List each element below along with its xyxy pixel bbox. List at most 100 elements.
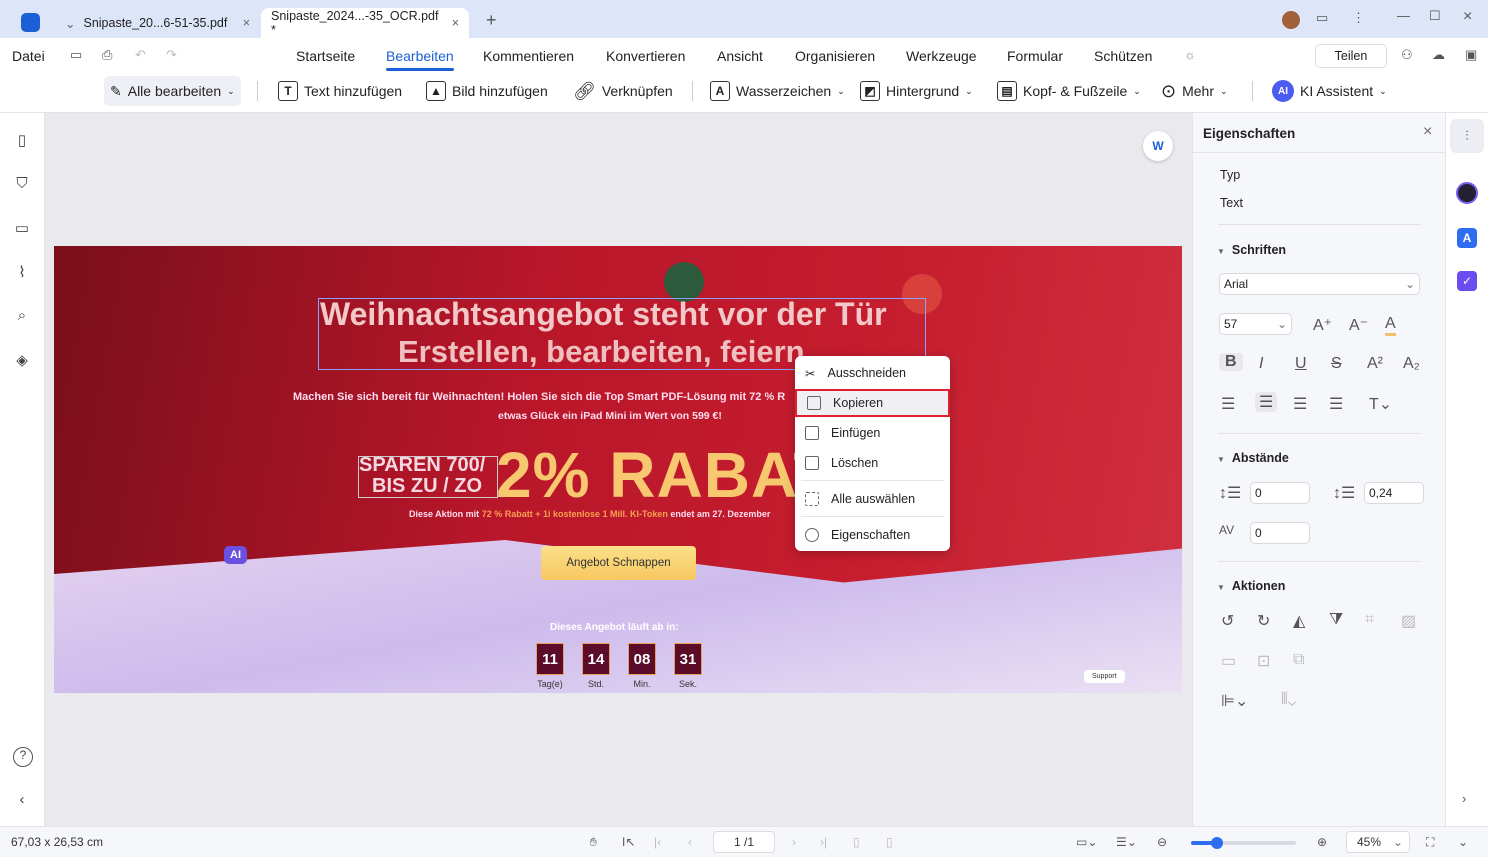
font-family-select[interactable]: Arial ⌄ — [1219, 273, 1420, 295]
menu-item-copy[interactable]: Kopieren — [795, 389, 950, 417]
add-text-button[interactable]: T Text hinzufügen — [274, 76, 406, 106]
banner-title-1[interactable]: Weihnachtsangebot steht vor der Tür — [320, 296, 887, 333]
watermark-button[interactable]: A Wasserzeichen ⌄ — [706, 76, 849, 106]
menu-bearbeiten[interactable]: Bearbeiten — [386, 48, 454, 71]
subscript-icon[interactable]: A₂ — [1403, 355, 1420, 373]
panel-icon[interactable]: ▣ — [1465, 47, 1477, 63]
char-spacing-input[interactable]: 0 — [1250, 522, 1310, 544]
menu-item-delete[interactable]: Löschen — [795, 449, 950, 477]
close-icon[interactable]: × — [452, 16, 459, 30]
menu-formular[interactable]: Formular — [1007, 48, 1063, 64]
undo-icon[interactable]: ↶ — [135, 47, 146, 63]
text-direction-icon[interactable]: T⌄ — [1369, 394, 1392, 414]
translate-ai-icon[interactable]: A — [1457, 228, 1477, 248]
strikethrough-icon[interactable]: S — [1331, 355, 1342, 373]
avatar[interactable] — [1282, 11, 1300, 29]
decrease-font-icon[interactable]: A⁻ — [1349, 315, 1368, 335]
print-icon[interactable]: ⎙ — [102, 47, 112, 63]
underline-icon[interactable]: U — [1295, 355, 1307, 373]
menu-item-cut[interactable]: ✂ Ausschneiden — [795, 359, 950, 387]
support-badge[interactable]: Support — [1084, 670, 1125, 683]
close-icon[interactable]: × — [1423, 123, 1432, 141]
banner-rabatt[interactable]: 2% RABAT — [496, 438, 834, 512]
convert-to-word-button[interactable]: W — [1143, 131, 1173, 161]
more-button[interactable]: ⊙ Mehr ⌄ — [1157, 76, 1232, 106]
zoom-select[interactable]: 45% ⌄ — [1346, 831, 1410, 853]
cta-button[interactable]: Angebot Schnappen — [541, 546, 696, 580]
scroll-down-icon[interactable]: ⌄ — [1458, 835, 1468, 849]
page-input[interactable]: 1 /1 — [713, 831, 775, 853]
header-footer-button[interactable]: ▤ Kopf- & Fußzeile ⌄ — [993, 76, 1145, 106]
message-icon[interactable]: ▭ — [1316, 10, 1328, 26]
font-size-select[interactable]: 57 ⌄ — [1219, 313, 1292, 335]
menu-schuetzen[interactable]: Schützen — [1094, 48, 1152, 64]
fit-page-icon[interactable]: ▭⌄ — [1076, 835, 1097, 849]
redo-icon[interactable]: ↷ — [166, 47, 177, 63]
layers-icon[interactable]: ◈ — [13, 351, 31, 369]
align-left-icon[interactable]: ☰ — [1221, 394, 1235, 414]
bookmark-icon[interactable]: ⛉ — [13, 175, 31, 193]
hand-tool-icon[interactable]: ✋︎ — [590, 835, 597, 850]
page-icon[interactable]: ▯ — [13, 131, 31, 149]
search-icon[interactable]: ⌕ — [13, 307, 31, 325]
menu-item-properties[interactable]: Eigenschaften — [795, 521, 950, 549]
lightbulb-icon[interactable]: ☼ — [1184, 47, 1196, 62]
last-page-icon[interactable]: ›| — [820, 835, 827, 849]
tab-1[interactable]: ⌄ Snipaste_20...6-51-35.pdf × — [55, 8, 260, 38]
increase-font-icon[interactable]: A⁺ — [1313, 315, 1332, 335]
zoom-in-icon[interactable]: ⊕ — [1317, 835, 1327, 849]
more-icon[interactable]: ⋮ — [1352, 10, 1365, 26]
close-window-button[interactable]: × — [1463, 8, 1472, 26]
ai-chat-icon[interactable] — [1456, 182, 1478, 204]
italic-icon[interactable]: I — [1259, 355, 1263, 373]
pdf-page-banner[interactable]: Weihnachtsangebot steht vor der Tür Erst… — [54, 246, 1182, 693]
zoom-slider-handle[interactable] — [1211, 837, 1224, 849]
zoom-out-icon[interactable]: ⊖ — [1157, 835, 1167, 849]
menu-ansicht[interactable]: Ansicht — [717, 48, 763, 64]
menu-organisieren[interactable]: Organisieren — [795, 48, 875, 64]
banner-save-2[interactable]: BIS ZU / ZO — [372, 475, 482, 498]
flip-vertical-icon[interactable]: ⧩ — [1329, 611, 1343, 629]
menu-startseite[interactable]: Startseite — [296, 48, 355, 64]
cloud-icon[interactable]: ☁ — [1432, 47, 1445, 63]
rotate-left-icon[interactable]: ↺ — [1221, 611, 1234, 631]
first-page-icon[interactable]: |‹ — [654, 835, 661, 849]
rotate-right-icon[interactable]: ↻ — [1257, 611, 1270, 631]
add-image-button[interactable]: ▲ Bild hinzufügen — [422, 76, 552, 106]
minimize-button[interactable]: — — [1397, 8, 1410, 23]
expand-icon[interactable]: › — [1462, 791, 1466, 806]
bold-icon[interactable]: B — [1219, 353, 1243, 371]
align-center-icon[interactable]: ☰ — [1255, 392, 1278, 412]
line-spacing-input[interactable]: 0 — [1250, 482, 1310, 504]
scroll-mode-icon[interactable]: ☰⌄ — [1116, 835, 1137, 849]
new-tab-button[interactable]: + — [486, 10, 497, 31]
share-button[interactable]: Teilen — [1315, 44, 1387, 68]
background-button[interactable]: ◩ Hintergrund ⌄ — [856, 76, 977, 106]
attachment-icon[interactable]: ⌇ — [13, 263, 31, 281]
banner-save-1[interactable]: SPAREN 700/ — [359, 454, 485, 477]
properties-toggle-icon[interactable]: ⫶ — [1450, 119, 1484, 153]
banner-line-1[interactable]: Machen Sie sich bereit für Weihnachten! … — [293, 391, 785, 403]
menu-werkzeuge[interactable]: Werkzeuge — [906, 48, 977, 64]
menu-konvertieren[interactable]: Konvertieren — [606, 48, 685, 64]
comment-icon[interactable]: ▭ — [13, 219, 31, 237]
flip-horizontal-icon[interactable]: ◭ — [1293, 611, 1305, 631]
paragraph-spacing-input[interactable]: 0,24 — [1364, 482, 1424, 504]
save-icon[interactable]: ▭ — [70, 47, 82, 63]
close-icon[interactable]: × — [243, 16, 250, 30]
menu-file[interactable]: Datei — [12, 48, 45, 64]
justify-icon[interactable]: ☰ — [1329, 394, 1343, 414]
users-icon[interactable]: ⚇ — [1401, 47, 1413, 63]
edit-all-button[interactable]: ✎ Alle bearbeiten ⌄ — [104, 76, 241, 106]
fullscreen-icon[interactable]: ⛶ — [1426, 835, 1434, 850]
maximize-button[interactable]: ☐ — [1429, 8, 1441, 24]
ai-assistant-button[interactable]: AI KI Assistent ⌄ — [1268, 76, 1391, 106]
align-right-icon[interactable]: ☰ — [1293, 394, 1307, 414]
task-check-icon[interactable]: ✓ — [1457, 271, 1477, 291]
fonts-section-toggle[interactable]: ▼ Schriften — [1217, 243, 1286, 257]
prev-page-icon[interactable]: ‹ — [688, 835, 692, 849]
superscript-icon[interactable]: A² — [1367, 355, 1383, 373]
menu-kommentieren[interactable]: Kommentieren — [483, 48, 574, 64]
actions-section-toggle[interactable]: ▼ Aktionen — [1217, 579, 1285, 593]
next-page-icon[interactable]: › — [792, 835, 796, 849]
